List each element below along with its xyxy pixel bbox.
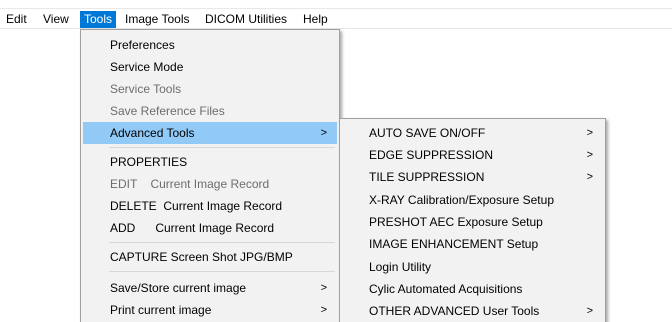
menu-item-label: AUTO SAVE ON/OFF bbox=[369, 126, 486, 140]
menu-dicom-utilities[interactable]: DICOM Utilities bbox=[201, 11, 291, 28]
menu-item-add-record[interactable]: ADD Current Image Record bbox=[83, 217, 337, 239]
menu-separator bbox=[109, 271, 335, 272]
menu-item-preferences[interactable]: Preferences bbox=[83, 34, 337, 56]
submenu-arrow-icon: > bbox=[320, 304, 327, 316]
menu-item-save-reference-files: Save Reference Files bbox=[83, 100, 337, 122]
menu-item-login-utility[interactable]: Login Utility bbox=[342, 256, 603, 278]
menu-item-auto-save[interactable]: AUTO SAVE ON/OFF > bbox=[342, 122, 603, 144]
menu-item-label: X-RAY Calibration/Exposure Setup bbox=[369, 193, 554, 207]
menu-item-label: Service Tools bbox=[110, 82, 182, 96]
menu-item-label: Print current image bbox=[110, 303, 212, 317]
menu-item-label: OTHER ADVANCED User Tools bbox=[369, 304, 540, 318]
menu-separator bbox=[109, 242, 335, 243]
menu-item-properties[interactable]: PROPERTIES bbox=[83, 151, 337, 173]
menu-item-label: IMAGE ENHANCEMENT Setup bbox=[369, 237, 539, 251]
menu-item-delete-record[interactable]: DELETE Current Image Record bbox=[83, 195, 337, 217]
submenu-arrow-icon: > bbox=[586, 149, 593, 161]
menu-item-service-mode[interactable]: Service Mode bbox=[83, 56, 337, 78]
menu-item-label: Login Utility bbox=[369, 260, 432, 274]
tools-dropdown-menu: Preferences Service Mode Service Tools S… bbox=[80, 29, 340, 322]
menu-item-label: Service Mode bbox=[110, 60, 184, 74]
menu-item-other-advanced-tools[interactable]: OTHER ADVANCED User Tools > bbox=[342, 300, 603, 322]
menu-item-tile-suppression[interactable]: TILE SUPPRESSION > bbox=[342, 166, 603, 188]
menu-item-label: PRESHOT AEC Exposure Setup bbox=[369, 215, 543, 229]
menu-item-label: TILE SUPPRESSION bbox=[369, 170, 485, 184]
menu-item-label: DELETE Current Image Record bbox=[110, 199, 283, 213]
menu-item-service-tools: Service Tools bbox=[83, 78, 337, 100]
advanced-tools-submenu: AUTO SAVE ON/OFF > EDGE SUPPRESSION > TI… bbox=[339, 118, 606, 322]
menu-separator bbox=[109, 147, 335, 148]
menu-item-preshot-aec[interactable]: PRESHOT AEC Exposure Setup bbox=[342, 211, 603, 233]
menu-item-label: Save/Store current image bbox=[110, 281, 247, 295]
menu-image-tools[interactable]: Image Tools bbox=[121, 11, 193, 28]
menu-edit[interactable]: Edit bbox=[2, 11, 31, 28]
menu-view[interactable]: View bbox=[39, 11, 73, 28]
menu-item-label: PROPERTIES bbox=[110, 155, 188, 169]
submenu-arrow-icon: > bbox=[586, 127, 593, 139]
menu-item-xray-calibration[interactable]: X-RAY Calibration/Exposure Setup bbox=[342, 189, 603, 211]
menu-tools[interactable]: Tools bbox=[80, 11, 117, 28]
menu-item-label: CAPTURE Screen Shot JPG/BMP bbox=[110, 250, 293, 264]
menu-item-edit-record: EDIT Current Image Record bbox=[83, 173, 337, 195]
menu-item-label: Advanced Tools bbox=[110, 126, 195, 140]
menu-item-advanced-tools[interactable]: Advanced Tools > bbox=[83, 122, 337, 144]
window-top-edge bbox=[0, 0, 672, 9]
menu-item-label: Cylic Automated Acquisitions bbox=[369, 282, 523, 296]
menu-item-save-store-image[interactable]: Save/Store current image > bbox=[83, 277, 337, 299]
menu-item-label: Save Reference Files bbox=[110, 104, 225, 118]
menu-item-label: Preferences bbox=[110, 38, 175, 52]
menu-item-print-image[interactable]: Print current image > bbox=[83, 299, 337, 321]
menu-item-label: EDGE SUPPRESSION bbox=[369, 148, 494, 162]
menu-help[interactable]: Help bbox=[299, 11, 332, 28]
menu-bar: Edit View Tools Image Tools DICOM Utilit… bbox=[0, 9, 672, 29]
menu-item-cyclic-acquisitions[interactable]: Cylic Automated Acquisitions bbox=[342, 278, 603, 300]
submenu-arrow-icon: > bbox=[586, 305, 593, 317]
menu-item-label: ADD Current Image Record bbox=[110, 221, 275, 235]
submenu-arrow-icon: > bbox=[586, 171, 593, 183]
submenu-arrow-icon: > bbox=[320, 127, 327, 139]
menu-item-edge-suppression[interactable]: EDGE SUPPRESSION > bbox=[342, 144, 603, 166]
submenu-arrow-icon: > bbox=[320, 282, 327, 294]
menu-item-label: EDIT Current Image Record bbox=[110, 177, 270, 191]
menu-item-capture-screenshot[interactable]: CAPTURE Screen Shot JPG/BMP bbox=[83, 246, 337, 268]
menu-item-image-enhancement[interactable]: IMAGE ENHANCEMENT Setup bbox=[342, 233, 603, 255]
